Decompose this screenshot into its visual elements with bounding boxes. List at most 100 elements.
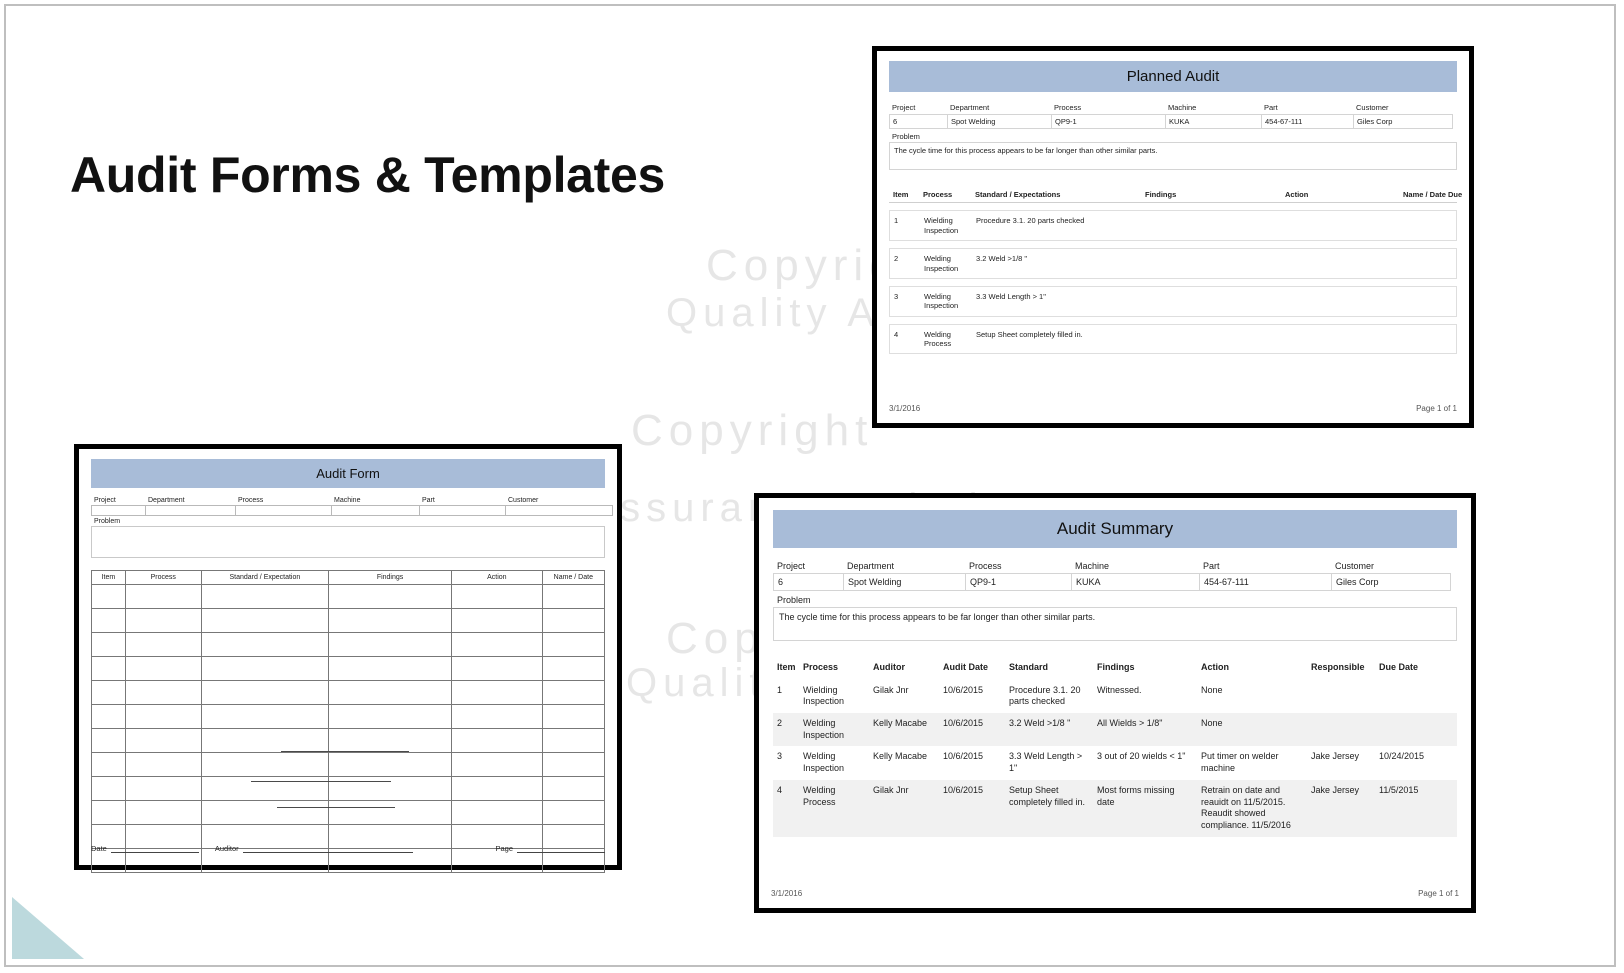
cell-action[interactable] (451, 752, 543, 777)
cell-action[interactable] (451, 680, 543, 705)
cell-name-date[interactable] (541, 632, 606, 657)
cell-process[interactable] (124, 584, 202, 609)
cell-findings[interactable] (328, 728, 453, 753)
cell-process[interactable] (124, 704, 202, 729)
table-row[interactable] (91, 656, 606, 681)
meta-input-customer[interactable] (505, 505, 613, 516)
meta-value-machine[interactable]: KUKA (1071, 573, 1199, 591)
cell-process[interactable] (124, 656, 202, 681)
table-row[interactable] (91, 632, 606, 657)
cell-standard[interactable] (200, 680, 330, 705)
cell-findings[interactable] (328, 584, 453, 609)
table-row[interactable]: 4 Welding Process Setup Sheet completely… (889, 323, 1457, 355)
cell-action[interactable] (451, 704, 543, 729)
meta-value-customer[interactable]: Giles Corp (1331, 573, 1451, 591)
cell-standard[interactable] (200, 704, 330, 729)
cell-standard[interactable] (200, 656, 330, 681)
footer-auditor-input[interactable] (242, 852, 413, 853)
cell-item[interactable] (91, 800, 126, 825)
cell-item[interactable] (91, 584, 126, 609)
cell-name-date[interactable] (541, 728, 606, 753)
table-row[interactable] (91, 584, 606, 609)
table-row[interactable]: 2 Welding Inspection 3.2 Weld >1/8 " (889, 248, 1457, 279)
cell-standard[interactable] (200, 728, 330, 753)
cell-name-date[interactable] (541, 608, 606, 633)
cell-findings[interactable] (328, 656, 453, 681)
cell-standard[interactable] (200, 584, 330, 609)
table-row[interactable]: 1 Wielding Inspection Procedure 3.1. 20 … (889, 210, 1457, 242)
cell-item[interactable] (91, 776, 126, 801)
meta-value-customer[interactable]: Giles Corp (1353, 114, 1453, 129)
cell-standard[interactable] (200, 752, 330, 777)
cell-action[interactable] (451, 608, 543, 633)
cell-standard[interactable] (200, 800, 330, 825)
table-row[interactable] (91, 800, 606, 825)
problem-text[interactable]: The cycle time for this process appears … (773, 607, 1457, 641)
meta-value-process[interactable]: QP9-1 (965, 573, 1071, 591)
meta-input-process[interactable] (235, 505, 331, 516)
cell-action[interactable] (451, 656, 543, 681)
table-row[interactable] (91, 752, 606, 777)
cell-name-date[interactable] (541, 584, 606, 609)
cell-name-date[interactable] (541, 704, 606, 729)
cell-process[interactable] (124, 800, 202, 825)
cell-name-date[interactable] (541, 776, 606, 801)
cell-standard[interactable] (200, 632, 330, 657)
meta-value-part[interactable]: 454-67-111 (1199, 573, 1331, 591)
meta-value-department[interactable]: Spot Welding (947, 114, 1051, 129)
cell-findings[interactable] (328, 632, 453, 657)
cell-action (1282, 254, 1400, 273)
cell-findings[interactable] (328, 608, 453, 633)
cell-item[interactable] (91, 656, 126, 681)
cell-item[interactable] (91, 632, 126, 657)
table-row[interactable]: 2 Welding Inspection Kelly Macabe 10/6/2… (773, 713, 1457, 747)
table-row[interactable] (91, 680, 606, 705)
table-row[interactable] (91, 728, 606, 753)
meta-value-machine[interactable]: KUKA (1165, 114, 1261, 129)
table-row[interactable]: 3 Welding Inspection 3.3 Weld Length > 1… (889, 285, 1457, 317)
meta-input-department[interactable] (145, 505, 235, 516)
cell-action[interactable] (451, 728, 543, 753)
cell-process[interactable] (124, 728, 202, 753)
cell-item[interactable] (91, 728, 126, 753)
cell-action[interactable] (451, 800, 543, 825)
meta-value-department[interactable]: Spot Welding (843, 573, 965, 591)
cell-name-date[interactable] (541, 800, 606, 825)
cell-process[interactable] (124, 776, 202, 801)
table-row[interactable] (91, 704, 606, 729)
cell-name-date[interactable] (541, 752, 606, 777)
meta-value-project[interactable]: 6 (773, 573, 843, 591)
cell-findings[interactable] (328, 704, 453, 729)
meta-input-project[interactable] (91, 505, 145, 516)
cell-item[interactable] (91, 704, 126, 729)
cell-findings[interactable] (328, 680, 453, 705)
footer-date-input[interactable] (110, 852, 199, 853)
cell-item[interactable] (91, 752, 126, 777)
table-row[interactable]: 4 Welding Process Gilak Jnr 10/6/2015 Se… (773, 779, 1457, 837)
cell-process[interactable] (124, 680, 202, 705)
meta-value-process[interactable]: QP9-1 (1051, 114, 1165, 129)
table-row[interactable] (91, 608, 606, 633)
meta-input-machine[interactable] (331, 505, 419, 516)
cell-process[interactable] (124, 632, 202, 657)
cell-action[interactable] (451, 776, 543, 801)
table-row[interactable]: 3 Welding Inspection Kelly Macabe 10/6/2… (773, 746, 1457, 779)
cell-item[interactable] (91, 680, 126, 705)
meta-input-part[interactable] (419, 505, 505, 516)
cell-item[interactable] (91, 608, 126, 633)
cell-standard[interactable] (200, 608, 330, 633)
cell-name-date[interactable] (541, 656, 606, 681)
meta-value-part[interactable]: 454-67-111 (1261, 114, 1353, 129)
table-row[interactable]: 1 Wielding Inspection Gilak Jnr 10/6/201… (773, 680, 1457, 713)
cell-findings[interactable] (328, 752, 453, 777)
footer-page-input[interactable] (517, 852, 605, 853)
cell-action[interactable] (451, 584, 543, 609)
cell-process[interactable] (124, 752, 202, 777)
problem-text[interactable]: The cycle time for this process appears … (889, 142, 1457, 170)
cell-process[interactable] (124, 608, 202, 633)
cell-findings[interactable] (328, 800, 453, 825)
meta-value-project[interactable]: 6 (889, 114, 947, 129)
cell-action[interactable] (451, 632, 543, 657)
cell-name-date[interactable] (541, 680, 606, 705)
problem-input[interactable] (91, 526, 605, 558)
